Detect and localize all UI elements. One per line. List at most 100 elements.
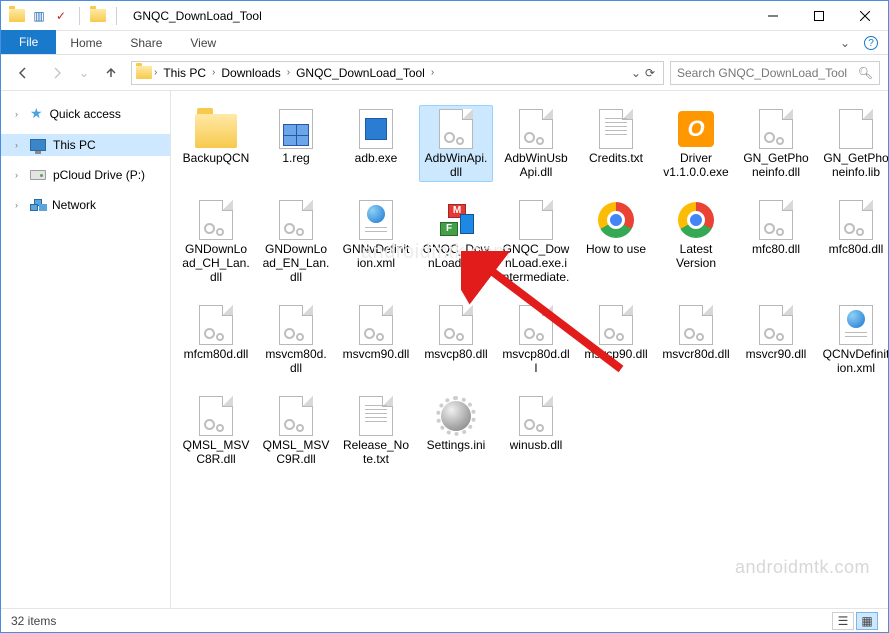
file-item[interactable]: QCNvDefinition.xml	[819, 301, 888, 378]
monitor-icon	[30, 139, 46, 151]
minimize-button[interactable]	[750, 1, 796, 31]
close-button[interactable]	[842, 1, 888, 31]
file-item[interactable]: AdbWinApi.dll	[419, 105, 493, 182]
file-icon	[752, 108, 800, 150]
file-label: QMSL_MSVC8R.dll	[182, 438, 250, 466]
file-item[interactable]: msvcm90.dll	[339, 301, 413, 378]
file-label: GN_GetPhoneinfo.lib	[822, 151, 888, 179]
file-icon	[192, 199, 240, 241]
file-pane[interactable]: androidmtk.com BackupQCN1.regadb.exeAdbW…	[171, 91, 888, 608]
maximize-button[interactable]	[796, 1, 842, 31]
chevron-right-icon: ›	[15, 109, 23, 119]
file-item[interactable]: mfcm80d.dll	[179, 301, 253, 378]
tab-home[interactable]: Home	[56, 32, 116, 54]
file-item[interactable]: GNQC_DownLoad.exe.intermediate.manif...	[499, 196, 573, 287]
breadcrumb-thispc[interactable]: This PC	[159, 64, 210, 82]
file-label: GNQC_DownLoad.exe.intermediate.manif...	[502, 242, 570, 284]
chevron-right-icon[interactable]: ›	[212, 67, 215, 78]
breadcrumb-folder[interactable]: GNQC_DownLoad_Tool	[292, 64, 429, 82]
chevron-right-icon[interactable]: ›	[431, 67, 434, 78]
file-item[interactable]: msvcp90.dll	[579, 301, 653, 378]
sidebar-item-thispc[interactable]: › This PC	[1, 134, 170, 156]
file-item[interactable]: BackupQCN	[179, 105, 253, 182]
expand-ribbon-icon[interactable]: ⌄	[840, 36, 850, 50]
properties-icon[interactable]: ▥	[31, 8, 47, 24]
checkmark-icon[interactable]: ✓	[53, 8, 69, 24]
file-icon	[352, 395, 400, 437]
file-label: Driver v1.1.0.0.exe	[662, 151, 730, 179]
file-item[interactable]: Credits.txt	[579, 105, 653, 182]
dropdown-icon[interactable]: ⌄	[631, 66, 641, 80]
ribbon-tabs: File Home Share View ⌄ ?	[1, 31, 888, 55]
sidebar-item-quickaccess[interactable]: › ★ Quick access	[1, 101, 170, 126]
back-button[interactable]	[9, 59, 37, 87]
file-item[interactable]: mfc80.dll	[739, 196, 813, 287]
refresh-icon[interactable]: ⟳	[645, 66, 655, 80]
chevron-right-icon[interactable]: ›	[154, 67, 157, 78]
file-icon	[592, 304, 640, 346]
file-item[interactable]: msvcp80.dll	[419, 301, 493, 378]
file-item[interactable]: Latest Version	[659, 196, 733, 287]
file-item[interactable]: msvcm80d.dll	[259, 301, 333, 378]
breadcrumb[interactable]: › This PC › Downloads › GNQC_DownLoad_To…	[131, 61, 664, 85]
file-item[interactable]: GNDownLoad_EN_Lan.dll	[259, 196, 333, 287]
file-icon	[512, 108, 560, 150]
file-icon: MF	[432, 199, 480, 241]
file-item[interactable]: GN_GetPhoneinfo.dll	[739, 105, 813, 182]
sidebar-item-label: Network	[52, 198, 96, 212]
file-item[interactable]: 1.reg	[259, 105, 333, 182]
file-item[interactable]: GNDownLoad_CH_Lan.dll	[179, 196, 253, 287]
titlebar: ▥ ✓ GNQC_DownLoad_Tool	[1, 1, 888, 31]
file-item[interactable]: Settings.ini	[419, 392, 493, 469]
file-item[interactable]: adb.exe	[339, 105, 413, 182]
file-item[interactable]: AdbWinUsbApi.dll	[499, 105, 573, 182]
address-bar: ⌄ › This PC › Downloads › GNQC_DownLoad_…	[1, 55, 888, 91]
file-item[interactable]: GNNvDefinition.xml	[339, 196, 413, 287]
file-label: QCNvDefinition.xml	[822, 347, 888, 375]
breadcrumb-downloads[interactable]: Downloads	[217, 64, 284, 82]
sidebar-item-network[interactable]: › Network	[1, 194, 170, 216]
help-icon[interactable]: ?	[864, 36, 878, 50]
file-item[interactable]: mfc80d.dll	[819, 196, 888, 287]
file-icon	[272, 199, 320, 241]
forward-button[interactable]	[43, 59, 71, 87]
file-label: msvcp80d.dll	[502, 347, 570, 375]
file-label: Latest Version	[662, 242, 730, 270]
up-button[interactable]	[97, 59, 125, 87]
file-item[interactable]: msvcr80d.dll	[659, 301, 733, 378]
status-bar: 32 items ☰ ▦	[1, 608, 888, 632]
recent-dropdown-icon[interactable]: ⌄	[77, 59, 91, 87]
file-item[interactable]: MFGNQC_DownLoad.exe	[419, 196, 493, 287]
file-label: GN_GetPhoneinfo.dll	[742, 151, 810, 179]
file-label: GNQC_DownLoad.exe	[422, 242, 490, 270]
file-icon	[192, 108, 240, 150]
star-icon: ★	[30, 105, 43, 122]
file-item[interactable]: winusb.dll	[499, 392, 573, 469]
file-item[interactable]: msvcr90.dll	[739, 301, 813, 378]
file-item[interactable]: QMSL_MSVC9R.dll	[259, 392, 333, 469]
sidebar-item-pcloud[interactable]: › pCloud Drive (P:)	[1, 164, 170, 186]
file-item[interactable]: QMSL_MSVC8R.dll	[179, 392, 253, 469]
file-item[interactable]: GN_GetPhoneinfo.lib	[819, 105, 888, 182]
file-label: msvcr90.dll	[746, 347, 807, 361]
file-label: mfc80d.dll	[829, 242, 884, 256]
file-icon	[832, 304, 880, 346]
item-count: 32 items	[11, 614, 56, 628]
file-item[interactable]: How to use	[579, 196, 653, 287]
search-input[interactable]: Search GNQC_DownLoad_Tool 🔍︎	[670, 61, 880, 85]
icons-view-button[interactable]: ▦	[856, 612, 878, 630]
chevron-right-icon[interactable]: ›	[287, 67, 290, 78]
file-item[interactable]: Release_Note.txt	[339, 392, 413, 469]
file-icon	[512, 395, 560, 437]
tab-view[interactable]: View	[176, 32, 230, 54]
separator	[116, 7, 117, 25]
file-label: msvcr80d.dll	[662, 347, 729, 361]
file-label: GNNvDefinition.xml	[342, 242, 410, 270]
file-item[interactable]: ODriver v1.1.0.0.exe	[659, 105, 733, 182]
tab-share[interactable]: Share	[116, 32, 176, 54]
file-item[interactable]: msvcp80d.dll	[499, 301, 573, 378]
details-view-button[interactable]: ☰	[832, 612, 854, 630]
tab-file[interactable]: File	[1, 30, 56, 54]
file-icon	[192, 304, 240, 346]
file-icon	[672, 304, 720, 346]
